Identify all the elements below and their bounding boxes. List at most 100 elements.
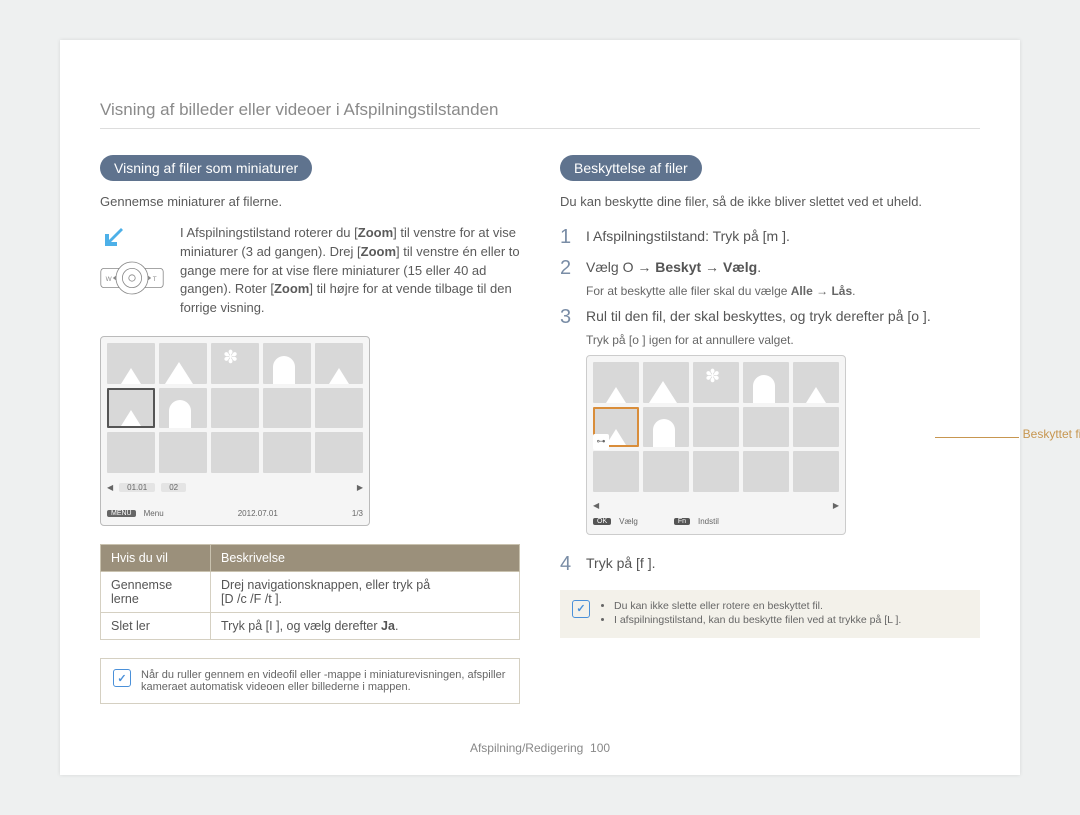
bottom-bar: OK Vælg Fn Indstil	[587, 514, 845, 530]
step-3: 3 Rul til den fil, der skal beskyttes, o…	[560, 306, 980, 329]
svg-text:T: T	[153, 276, 157, 283]
thumb-cell	[643, 407, 689, 448]
table-header: Beskrivelse	[211, 545, 520, 572]
fn-label: Indstil	[698, 517, 719, 526]
steps-list: 3 Rul til den fil, der skal beskyttes, o…	[560, 306, 980, 329]
substep-2: For at beskytte alle filer skal du vælge…	[586, 284, 980, 298]
page-footer: Afspilning/Redigering 100	[60, 741, 1020, 755]
tab: 01.01	[119, 483, 155, 492]
info-icon: ✓	[572, 600, 590, 618]
step-text: Tryk på [f ].	[586, 553, 656, 573]
callout-protected-file: Beskyttet fil	[1023, 427, 1080, 441]
thumb-cell	[743, 362, 789, 403]
lock-key-icon: ⊶	[593, 434, 609, 450]
t: Lås	[831, 284, 852, 298]
t: Drej navigationsknappen, eller tryk på	[221, 578, 430, 592]
thumbnail-screen: ◀ 01.01 02 ▶ MENU Menu 2012.07.01 1/3	[100, 336, 370, 526]
note-list: Du kan ikke slette eller rotere en besky…	[614, 600, 901, 628]
thumb-cell	[159, 388, 207, 429]
zoom-block: W T I Afspilningstilstand roterer du [ Zo…	[100, 224, 520, 318]
zoom-dial-wrap: W T	[100, 224, 164, 303]
arrow-down-left-icon	[100, 224, 126, 248]
thumb-cell	[793, 451, 839, 492]
ok-label: Vælg	[619, 517, 638, 526]
thumb-cell	[643, 451, 689, 492]
t: Beskyt	[655, 259, 701, 275]
thumb-cell	[211, 432, 259, 473]
t: Ja	[381, 619, 395, 633]
thumb-cell	[793, 407, 839, 448]
thumb-cell	[743, 407, 789, 448]
step-number: 2	[560, 257, 574, 280]
zoom-bold: Zoom	[274, 281, 309, 296]
protected-screen: ⊶ ◀ ▶ OK Vælg Fn Indstil	[586, 355, 846, 535]
page-title: Visning af billeder eller videoer i Afsp…	[100, 100, 980, 120]
cell: Drej navigationsknappen, eller tryk på […	[211, 572, 520, 613]
t: Alle	[791, 284, 813, 298]
cell: Slet ler	[101, 613, 211, 640]
thumb-cell	[263, 432, 311, 473]
left-intro: Gennemse miniaturer af filerne.	[100, 193, 520, 212]
page-indicator: 1/3	[352, 509, 363, 518]
menu-label: Menu	[144, 509, 164, 518]
t: Vælg	[723, 259, 757, 275]
step-number: 1	[560, 226, 574, 249]
thumb-cell-selected	[107, 388, 155, 429]
cell: Gennemse lerne	[101, 572, 211, 613]
right-intro: Du kan beskytte dine filer, så de ikke b…	[560, 193, 980, 212]
step-4: 4 Tryk på [f ].	[560, 553, 980, 576]
date: 2012.07.01	[172, 509, 344, 518]
footer-section: Afspilning/Redigering	[470, 741, 583, 755]
fn-icon: Fn	[674, 518, 690, 525]
thumb-cell	[159, 432, 207, 473]
thumb-cell	[315, 343, 363, 384]
action-table: Hvis du vil Beskrivelse Gennemse lerne D…	[100, 544, 520, 640]
t: For at beskytte alle filer skal du vælge	[586, 284, 791, 298]
note-item: I afspilningstilstand, kan du beskytte f…	[614, 614, 901, 626]
thumb-cell	[211, 343, 259, 384]
nav-bar: ◀ ▶	[587, 498, 845, 514]
info-icon: ✓	[113, 669, 131, 687]
t: →	[813, 284, 832, 298]
t: I Afspilningstilstand roterer du [	[180, 225, 358, 240]
zoom-description: I Afspilningstilstand roterer du [Zoom] …	[180, 224, 520, 318]
thumb-cell	[315, 432, 363, 473]
table-header: Hvis du vil	[101, 545, 211, 572]
thumbnail-grid	[107, 343, 363, 473]
thumb-cell	[693, 407, 739, 448]
t: →	[701, 259, 723, 275]
thumb-cell	[211, 388, 259, 429]
svg-text:W: W	[106, 276, 113, 283]
step-number: 4	[560, 553, 574, 576]
title-rule	[100, 128, 980, 129]
section-pill-thumbnails: Visning af filer som miniaturer	[100, 155, 312, 181]
step-number: 3	[560, 306, 574, 329]
step-1: 1 I Afspilningstilstand: Tryk på [m ].	[560, 226, 980, 249]
step-2: 2 Vælg O → Beskyt → Vælg.	[560, 257, 980, 280]
right-column: Beskyttelse af filer Du kan beskytte din…	[560, 155, 980, 704]
folder-tabs: ◀ 01.01 02 ▶	[101, 479, 369, 495]
thumb-cell	[693, 362, 739, 403]
t: .	[852, 284, 855, 298]
t: Tryk på [I ], og vælg derefter	[221, 619, 381, 633]
thumb-cell	[593, 362, 639, 403]
note-box: ✓ Du kan ikke slette eller rotere en bes…	[560, 590, 980, 638]
table-row: Slet ler Tryk på [I ], og vælg derefter …	[101, 613, 520, 640]
substep-3: Tryk på [o ] igen for at annullere valge…	[586, 333, 980, 347]
protected-grid	[593, 362, 839, 492]
thumb-cell	[263, 388, 311, 429]
note-item: Du kan ikke slette eller rotere en besky…	[614, 600, 901, 612]
t: .	[757, 259, 761, 275]
step-text: Vælg O → Beskyt → Vælg.	[586, 257, 761, 277]
thumb-cell	[793, 362, 839, 403]
manual-page: Visning af billeder eller videoer i Afsp…	[60, 40, 1020, 775]
thumb-cell	[159, 343, 207, 384]
step-text: I Afspilningstilstand: Tryk på [m ].	[586, 226, 790, 246]
zoom-dial-icon: W T	[100, 253, 164, 303]
t: [D /c /F /t ].	[221, 592, 282, 606]
steps-list: 4 Tryk på [f ].	[560, 553, 980, 576]
left-column: Visning af filer som miniaturer Gennemse…	[100, 155, 520, 704]
chevron-left-icon: ◀	[107, 483, 113, 492]
two-columns: Visning af filer som miniaturer Gennemse…	[100, 155, 980, 704]
chevron-right-icon: ▶	[357, 483, 363, 492]
